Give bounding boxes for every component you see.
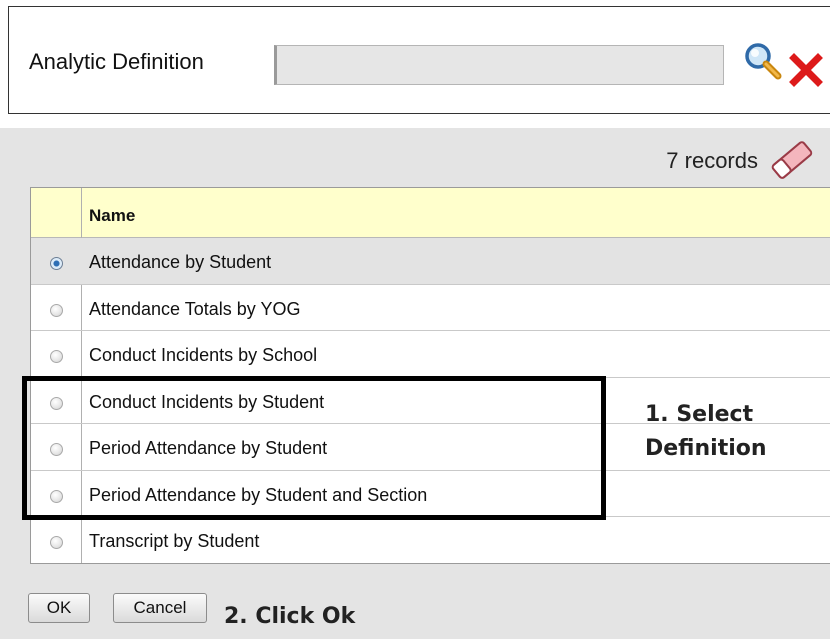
record-count: 7 records (666, 148, 758, 173)
table-row[interactable]: Transcript by Student (31, 517, 830, 564)
row-label: Conduct Incidents by School (89, 345, 318, 365)
step-2-annotation: 2. Click Ok (224, 604, 356, 629)
table-row[interactable]: Conduct Incidents by School (31, 331, 830, 378)
analytic-definition-label: Analytic Definition (29, 49, 204, 74)
step-1-line-2: Definition (645, 436, 767, 461)
eraser-icon[interactable] (766, 140, 818, 180)
step-1-annotation: 1. Select Definition (645, 398, 805, 466)
red-x-icon[interactable] (789, 53, 823, 87)
analytic-definition-input[interactable] (274, 45, 724, 85)
highlight-box (22, 376, 606, 520)
magnifier-icon[interactable] (742, 41, 782, 81)
row-label: Attendance Totals by YOG (89, 298, 301, 319)
row-radio-button[interactable] (50, 257, 63, 270)
analytic-definition-panel: Analytic Definition (8, 6, 830, 114)
ok-button[interactable]: OK (28, 593, 90, 623)
name-column-header[interactable]: Name (89, 206, 135, 226)
row-label: Attendance by Student (89, 252, 272, 272)
row-radio-button[interactable] (50, 350, 63, 363)
table-header: Name (31, 188, 830, 238)
row-radio-button[interactable] (50, 536, 63, 549)
row-label: Transcript by Student (89, 531, 260, 551)
cancel-button[interactable]: Cancel (113, 593, 207, 623)
table-row[interactable]: Attendance by Student (31, 238, 830, 285)
row-radio-button[interactable] (50, 303, 63, 317)
step-1-line-1: 1. Select (645, 402, 754, 427)
table-row[interactable]: Attendance Totals by YOG (31, 285, 830, 331)
